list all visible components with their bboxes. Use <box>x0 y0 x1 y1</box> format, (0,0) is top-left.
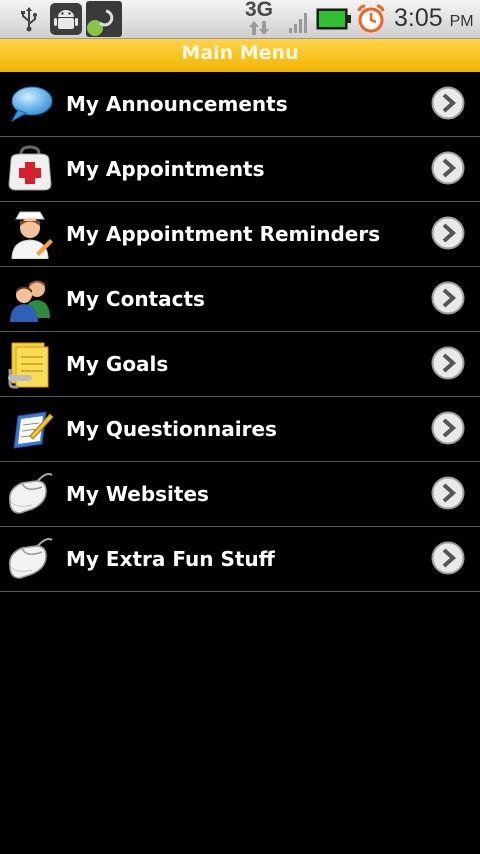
menu-item-appointment-reminders[interactable]: My Appointment Reminders <box>0 202 480 267</box>
clock: 3:05 PM <box>394 4 474 33</box>
computer-mouse-icon <box>9 538 53 579</box>
menu-item-questionnaires[interactable]: My Questionnaires <box>0 397 480 462</box>
main-menu-list: My Announcements My Appointments My Appo… <box>0 72 480 592</box>
usb-icon <box>21 7 37 32</box>
chevron-right-icon[interactable] <box>431 346 465 380</box>
title-bar: Main Menu <box>0 39 480 72</box>
chevron-right-icon[interactable] <box>431 151 465 185</box>
battery-icon <box>316 8 351 30</box>
menu-item-label: My Appointments <box>66 157 265 181</box>
chevron-right-icon[interactable] <box>431 541 465 575</box>
menu-item-extra-fun-stuff[interactable]: My Extra Fun Stuff <box>0 527 480 592</box>
menu-item-goals[interactable]: My Goals <box>0 332 480 397</box>
clock-ampm: PM <box>449 13 474 30</box>
menu-item-label: My Announcements <box>66 92 288 116</box>
network-label: 3G <box>244 0 273 21</box>
menu-item-announcements[interactable]: My Announcements <box>0 72 480 137</box>
alarm-icon <box>357 4 385 33</box>
signal-icon <box>289 13 307 33</box>
medical-bag-icon <box>8 145 52 191</box>
menu-item-label: My Appointment Reminders <box>66 222 381 246</box>
status-bar: 3G 3:05 PM <box>0 0 480 39</box>
android-debug-icon <box>50 3 82 35</box>
menu-item-websites[interactable]: My Websites <box>0 462 480 527</box>
menu-item-appointments[interactable]: My Appointments <box>0 137 480 202</box>
contacts-people-icon <box>10 280 50 322</box>
chevron-right-icon[interactable] <box>431 216 465 250</box>
notepad-clip-icon <box>8 342 49 389</box>
menu-item-label: My Questionnaires <box>66 417 277 441</box>
chevron-right-icon[interactable] <box>431 476 465 510</box>
computer-mouse-icon <box>9 473 53 514</box>
menu-item-label: My Extra Fun Stuff <box>66 547 275 571</box>
menu-item-label: My Websites <box>66 482 209 506</box>
nurse-icon <box>11 211 53 259</box>
clipboard-pen-icon <box>13 411 54 449</box>
clock-time: 3:05 <box>394 4 443 32</box>
chevron-right-icon[interactable] <box>431 86 465 120</box>
menu-item-label: My Contacts <box>66 287 205 311</box>
network-3g-icon: 3G <box>242 0 276 36</box>
notification-icon <box>86 1 122 37</box>
speech-bubble-icon <box>10 86 53 123</box>
menu-item-contacts[interactable]: My Contacts <box>0 267 480 332</box>
page-title: Main Menu <box>181 42 299 64</box>
chevron-right-icon[interactable] <box>431 411 465 445</box>
menu-item-label: My Goals <box>66 352 169 376</box>
chevron-right-icon[interactable] <box>431 281 465 315</box>
